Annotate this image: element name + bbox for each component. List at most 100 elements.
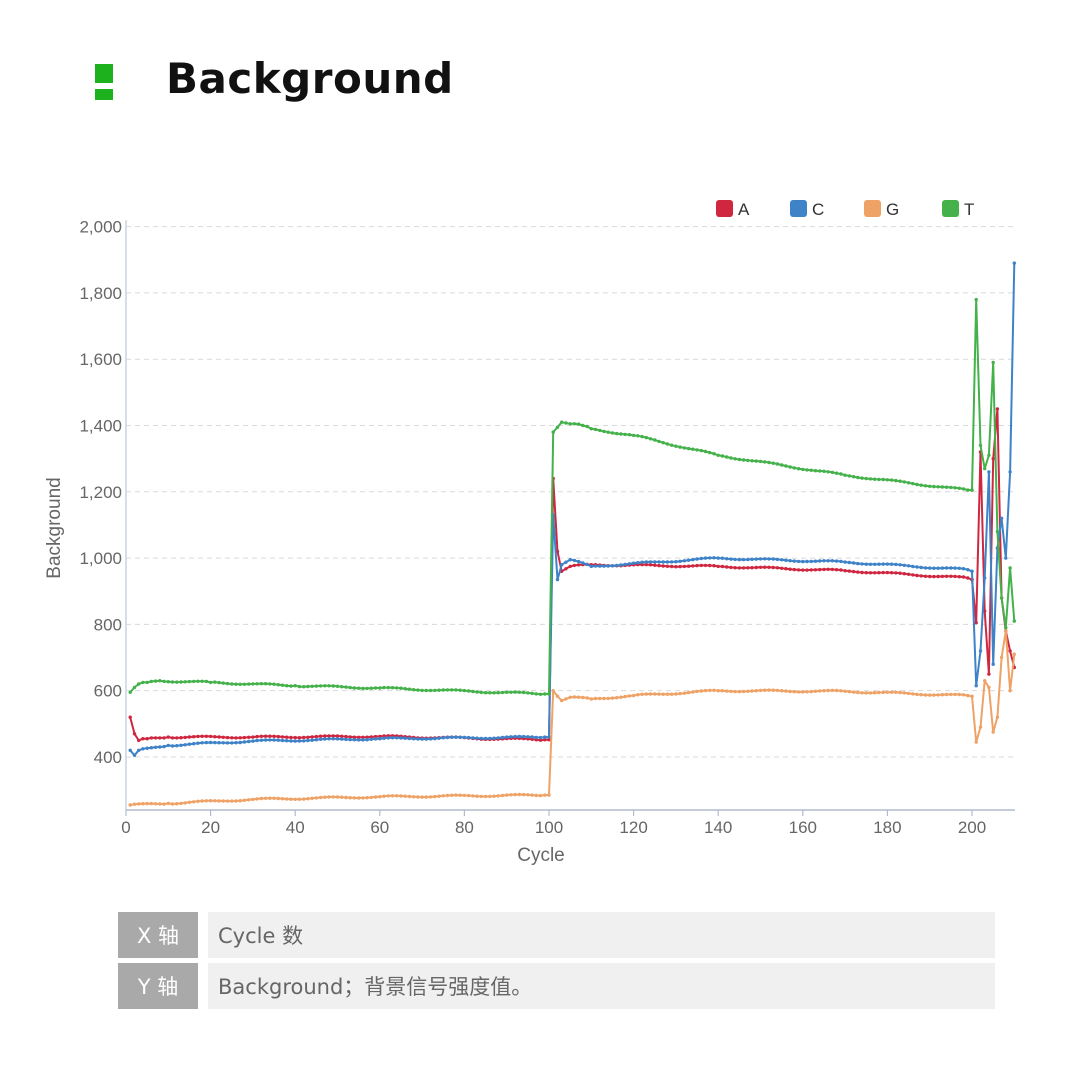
series-point-A xyxy=(708,563,712,568)
series-point-T xyxy=(560,420,564,424)
series-point-A xyxy=(272,734,276,738)
series-point-G xyxy=(784,689,788,693)
series-point-C xyxy=(399,736,403,740)
series-point-C xyxy=(137,748,141,752)
series-point-A xyxy=(953,574,957,579)
series-point-A xyxy=(213,735,217,739)
series-point-T xyxy=(961,487,966,491)
series-point-A xyxy=(255,734,259,739)
series-point-A xyxy=(187,735,192,739)
series-point-C xyxy=(505,735,509,739)
series-point-C xyxy=(703,556,708,560)
series-point-T xyxy=(915,482,919,487)
series-point-T xyxy=(331,684,335,688)
series-point-C xyxy=(293,739,297,743)
series-point-T xyxy=(390,686,395,690)
series-point-C xyxy=(813,559,818,563)
series-point-T xyxy=(966,488,970,492)
series-point-G xyxy=(678,691,682,696)
series-point-T xyxy=(843,473,847,477)
series-point-G xyxy=(610,696,615,700)
series-point-T xyxy=(285,684,289,688)
series-point-G xyxy=(492,794,496,798)
series-point-G xyxy=(441,794,445,798)
series-point-T xyxy=(403,687,407,691)
series-point-C xyxy=(733,557,737,562)
series-point-C xyxy=(822,559,826,563)
series-point-G xyxy=(746,689,750,693)
series-point-C xyxy=(153,745,158,749)
series-point-A xyxy=(297,736,302,740)
series-point-G xyxy=(1004,629,1008,633)
series-point-G xyxy=(568,695,572,699)
series-point-T xyxy=(661,441,665,445)
series-point-T xyxy=(978,443,983,448)
series-point-A xyxy=(881,570,885,575)
series-point-T xyxy=(399,686,403,690)
series-point-A xyxy=(911,573,915,577)
series-point-G xyxy=(889,690,894,694)
series-point-G xyxy=(428,795,433,799)
series-point-T xyxy=(665,442,670,446)
series-point-C xyxy=(187,742,192,746)
series-point-C xyxy=(868,562,873,566)
series-point-C xyxy=(623,562,627,567)
series-point-C xyxy=(593,564,598,568)
series-point-G xyxy=(564,697,568,701)
series-point-A xyxy=(813,568,818,572)
series-point-G xyxy=(483,794,488,799)
series-point-T xyxy=(361,686,365,691)
series-point-T xyxy=(953,486,957,490)
series-point-T xyxy=(741,458,746,462)
series-point-C xyxy=(610,564,615,568)
series-point-G xyxy=(581,695,585,700)
series-point-C xyxy=(166,743,170,748)
series-point-T xyxy=(932,484,936,489)
series-point-T xyxy=(809,468,813,472)
series-point-A xyxy=(648,563,653,567)
series-point-C xyxy=(458,735,462,739)
series-point-A xyxy=(746,566,750,570)
x-tick-label: 60 xyxy=(370,818,389,837)
series-point-C xyxy=(839,559,843,564)
series-point-G xyxy=(1008,689,1012,693)
series-point-C xyxy=(513,734,517,739)
series-point-T xyxy=(771,461,775,465)
series-point-A xyxy=(145,737,149,741)
series-point-C xyxy=(830,559,835,563)
series-point-C xyxy=(437,736,441,740)
series-point-G xyxy=(801,690,805,694)
series-point-C xyxy=(877,562,881,566)
series-point-T xyxy=(746,458,750,463)
series-point-G xyxy=(606,696,610,701)
series-point-T xyxy=(923,484,928,488)
series-point-A xyxy=(691,564,695,568)
series-point-A xyxy=(251,735,255,739)
series-point-C xyxy=(750,557,754,561)
series-point-C xyxy=(695,557,699,561)
series-point-G xyxy=(881,690,885,695)
series-point-C xyxy=(898,563,902,567)
series-point-G xyxy=(670,692,674,696)
series-point-T xyxy=(365,686,369,691)
series-point-C xyxy=(619,563,623,567)
series-point-C xyxy=(302,739,306,743)
series-point-G xyxy=(1012,652,1016,656)
series-point-C xyxy=(636,561,640,565)
series-point-C xyxy=(386,736,390,740)
series-point-T xyxy=(488,691,492,695)
series-point-A xyxy=(289,735,293,740)
series-point-G xyxy=(204,799,209,803)
series-point-A xyxy=(302,735,306,740)
series-point-T xyxy=(373,686,378,690)
series-point-G xyxy=(297,797,302,801)
series-point-T xyxy=(623,432,627,437)
series-point-G xyxy=(949,692,953,697)
series-point-C xyxy=(708,556,712,560)
series-point-T xyxy=(132,685,137,690)
series-point-C xyxy=(644,560,648,564)
series-point-T xyxy=(788,465,792,469)
series-point-C xyxy=(285,739,289,743)
series-point-A xyxy=(868,571,873,575)
series-point-C xyxy=(225,741,230,745)
